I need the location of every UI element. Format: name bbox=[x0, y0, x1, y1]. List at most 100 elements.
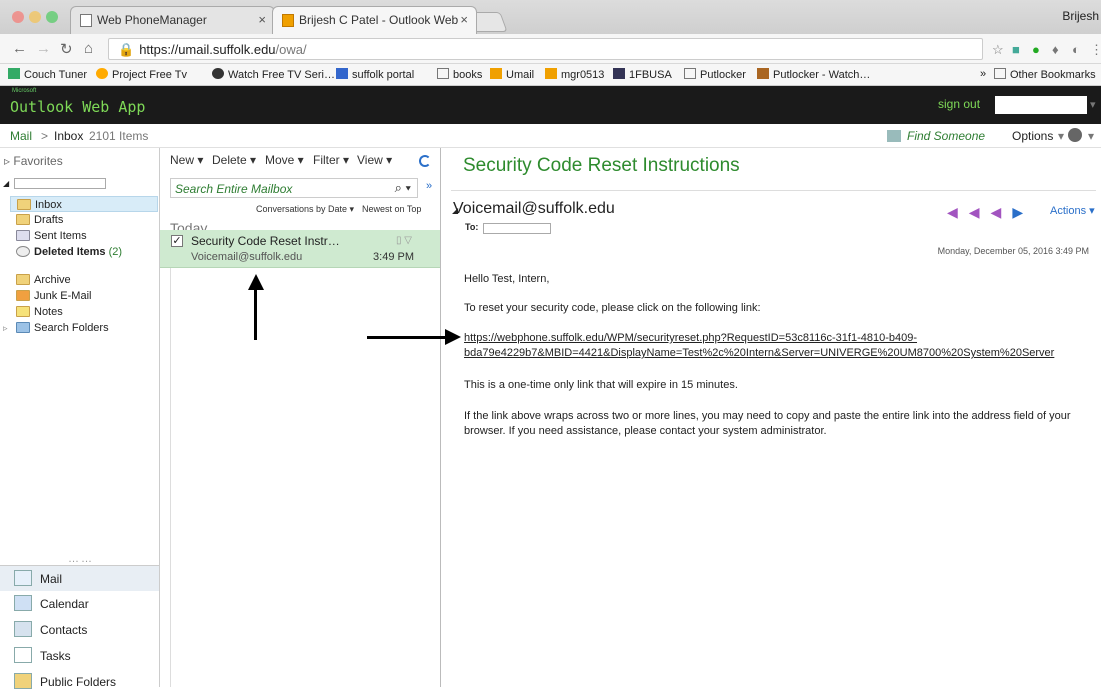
inbox-icon bbox=[17, 199, 31, 210]
message-title: Security Code Reset Instructions bbox=[463, 155, 740, 176]
favorites-header[interactable]: ▹ Favorites bbox=[4, 154, 63, 168]
caret-down-icon[interactable]: ▾ bbox=[1058, 129, 1064, 143]
folder-inbox[interactable]: Inbox bbox=[10, 196, 158, 212]
other-bookmarks[interactable]: Other Bookmarks bbox=[994, 68, 1096, 81]
message-from[interactable]: Voicemail@suffolk.edu bbox=[453, 200, 615, 218]
breadcrumb-mail[interactable]: Mail bbox=[10, 129, 32, 143]
forward-icon[interactable]: ▶ bbox=[1012, 204, 1034, 220]
folder-archive[interactable]: Archive bbox=[10, 272, 158, 288]
nav-public-folders[interactable]: Public Folders bbox=[0, 669, 159, 695]
deleted-items-icon bbox=[16, 246, 30, 257]
search-input[interactable]: Search Entire Mailbox ⌕ ▾ bbox=[170, 178, 418, 198]
folder-notes[interactable]: Notes bbox=[10, 304, 158, 320]
tab-title: Brijesh C Patel - Outlook Web bbox=[299, 13, 459, 27]
tab-close-icon[interactable]: × bbox=[460, 12, 468, 27]
nav-contacts[interactable]: Contacts bbox=[0, 617, 159, 643]
new-button[interactable]: New ▾ bbox=[170, 153, 203, 167]
actions-menu[interactable]: Actions ▾ bbox=[1050, 204, 1095, 217]
bookmark-1fbusa[interactable]: 1FBUSA bbox=[613, 68, 672, 81]
checkbox[interactable]: ✓ bbox=[171, 235, 183, 247]
reload-icon[interactable]: ↻ bbox=[60, 40, 73, 58]
bookmark-books[interactable]: books bbox=[437, 68, 482, 81]
caret-down-icon[interactable]: ▾ bbox=[1088, 129, 1094, 143]
folder-deleted-items[interactable]: Deleted Items (2) bbox=[10, 244, 158, 260]
extension-icon[interactable]: ■ bbox=[1012, 42, 1020, 57]
chevron-down-icon[interactable]: ◢ bbox=[3, 179, 9, 188]
window-controls[interactable] bbox=[12, 11, 63, 26]
list-empty-area bbox=[170, 268, 435, 687]
extension-icon[interactable]: ◐ bbox=[1072, 42, 1080, 57]
folder-drafts[interactable]: Drafts bbox=[10, 212, 158, 228]
address-book-icon[interactable] bbox=[887, 130, 901, 142]
nav-mail[interactable]: Mail bbox=[0, 565, 159, 591]
pane-resize-handle[interactable]: …… bbox=[68, 553, 94, 565]
url-path: /owa/ bbox=[275, 42, 307, 57]
delete-button[interactable]: Delete ▾ bbox=[212, 153, 256, 167]
menu-icon[interactable]: ⋮ bbox=[1090, 42, 1101, 58]
maximize-window-icon[interactable] bbox=[46, 11, 58, 23]
caret-down-icon[interactable]: ▾ bbox=[1090, 98, 1096, 111]
tab-web-phonemanager[interactable]: Web PhoneManager × bbox=[70, 6, 275, 34]
expand-search-icon[interactable]: » bbox=[426, 180, 432, 192]
header-search-input[interactable] bbox=[995, 96, 1087, 114]
url-field[interactable]: 🔒 https://umail.suffolk.edu/owa/ bbox=[108, 38, 983, 60]
folder-sent-items[interactable]: Sent Items bbox=[10, 228, 158, 244]
chevron-more-icon[interactable]: » bbox=[980, 68, 986, 80]
sort-conversations[interactable]: Conversations by Date ▾ bbox=[256, 204, 354, 215]
home-icon[interactable]: ⌂ bbox=[84, 40, 93, 57]
refresh-icon[interactable] bbox=[419, 155, 431, 167]
folder-junk-email[interactable]: Junk E-Mail bbox=[10, 288, 158, 304]
url-host: https://umail.suffolk.edu bbox=[139, 42, 276, 57]
extension-icon[interactable]: ♦ bbox=[1052, 42, 1059, 57]
forward-icon[interactable]: → bbox=[36, 40, 51, 57]
options-menu[interactable]: Options bbox=[1012, 129, 1053, 143]
sign-out-link[interactable]: sign out bbox=[938, 97, 980, 111]
nav-tasks[interactable]: Tasks bbox=[0, 643, 159, 669]
filter-button[interactable]: Filter ▾ bbox=[313, 153, 349, 167]
bookmark-mgr0513[interactable]: mgr0513 bbox=[545, 68, 604, 81]
help-icon[interactable] bbox=[1068, 128, 1082, 142]
folder-pane: ▹ Favorites ◢ Inbox Drafts Sent Items De… bbox=[0, 148, 160, 689]
greeting: Hello Test, Intern, bbox=[464, 273, 550, 285]
extension-icon[interactable]: ● bbox=[1032, 42, 1040, 57]
divider bbox=[451, 190, 1096, 191]
move-button[interactable]: Move ▾ bbox=[265, 153, 304, 167]
message-subject: Security Code Reset Instr… bbox=[191, 234, 340, 248]
chevron-right-icon[interactable]: ▹ bbox=[3, 323, 8, 334]
star-icon[interactable]: ☆ bbox=[992, 42, 1004, 58]
bookmark-suffolk-portal[interactable]: suffolk portal bbox=[336, 68, 414, 81]
bookmark-putlocker[interactable]: Putlocker bbox=[684, 68, 746, 81]
bookmark-putlocker-watch[interactable]: Putlocker - Watch… bbox=[757, 68, 870, 81]
flag-icon[interactable]: ▯ ▽ bbox=[396, 235, 412, 246]
bookmark-umail[interactable]: Umail bbox=[490, 68, 534, 81]
outlook-icon bbox=[282, 14, 294, 27]
back-icon[interactable]: ← bbox=[12, 40, 27, 57]
notes-icon bbox=[16, 306, 30, 317]
lock-icon: 🔒 bbox=[118, 42, 135, 57]
list-item[interactable]: ✓ Security Code Reset Instr… ▯ ▽ Voicema… bbox=[160, 230, 440, 268]
message-time: 3:49 PM bbox=[373, 251, 414, 263]
minimize-window-icon[interactable] bbox=[29, 11, 41, 23]
tab-title: Web PhoneManager bbox=[97, 13, 207, 27]
mailbox-account-name[interactable] bbox=[14, 178, 106, 189]
nav-calendar[interactable]: Calendar bbox=[0, 591, 159, 617]
bookmark-couch-tuner[interactable]: Couch Tuner bbox=[8, 68, 87, 81]
bookmark-project-free-tv[interactable]: Project Free Tv bbox=[96, 68, 187, 81]
view-button[interactable]: View ▾ bbox=[357, 153, 392, 167]
recipient-field[interactable] bbox=[483, 223, 551, 234]
owa-logo: Outlook Web App bbox=[10, 98, 146, 116]
reply-all-icon[interactable]: ◀◀ bbox=[969, 204, 1013, 220]
find-someone-link[interactable]: Find Someone bbox=[907, 129, 985, 143]
chevron-right-icon[interactable]: ▹ bbox=[4, 154, 13, 168]
reset-link[interactable]: https://webphone.suffolk.edu/WPM/securit… bbox=[464, 331, 1084, 361]
tab-close-icon[interactable]: × bbox=[258, 12, 266, 27]
reply-icon[interactable]: ◀ bbox=[947, 204, 969, 220]
sort-order[interactable]: Newest on Top bbox=[362, 204, 421, 214]
annotation-arrow bbox=[367, 336, 447, 339]
search-icon[interactable]: ⌕ ▾ bbox=[395, 180, 411, 196]
close-window-icon[interactable] bbox=[12, 11, 24, 23]
folder-search-folders[interactable]: Search Folders bbox=[10, 320, 158, 336]
profile-name[interactable]: Brijesh bbox=[1062, 9, 1099, 23]
bookmark-watch-free-tv[interactable]: Watch Free TV Seri… bbox=[212, 68, 335, 81]
tab-outlook-web[interactable]: Brijesh C Patel - Outlook Web × bbox=[272, 6, 477, 34]
